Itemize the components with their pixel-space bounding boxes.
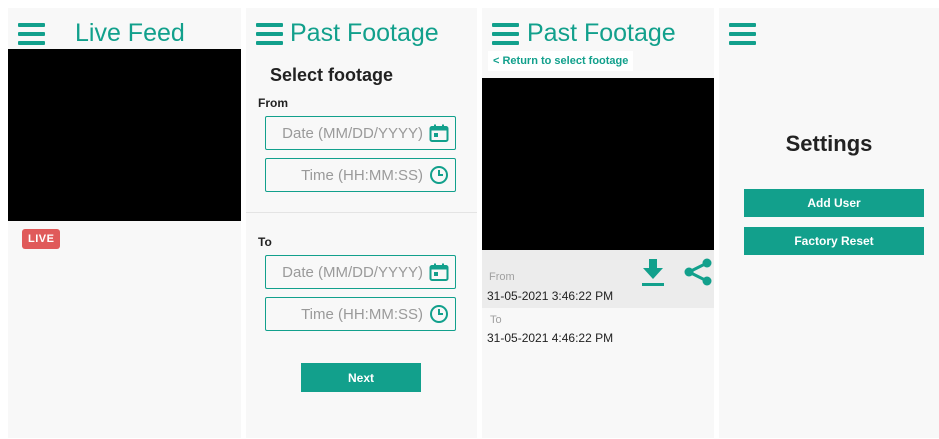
to-date-field[interactable]: Date (MM/DD/YYYY) [265, 255, 456, 289]
live-badge: LIVE [22, 229, 61, 249]
next-button[interactable]: Next [301, 363, 421, 392]
from-label: From [258, 96, 288, 110]
to-time-field[interactable]: Time (HH:MM:SS) [265, 297, 456, 331]
settings-title: Settings [785, 131, 873, 156]
to-date-placeholder: Date (MM/DD/YYYY) [282, 263, 423, 281]
hamburger-menu-icon[interactable] [492, 23, 519, 45]
factory-reset-button[interactable]: Factory Reset [744, 227, 924, 255]
add-user-button[interactable]: Add User [744, 189, 924, 217]
footage-video-player[interactable] [482, 78, 714, 250]
hamburger-menu-icon[interactable] [18, 23, 45, 45]
share-icon[interactable] [683, 258, 713, 286]
select-footage-heading: Select footage [270, 65, 394, 85]
calendar-icon[interactable] [429, 124, 449, 142]
from-date-field[interactable]: Date (MM/DD/YYYY) [265, 116, 456, 150]
past-footage-view-screen: Past Footage < Return to select footage … [482, 8, 714, 438]
live-feed-screen: Live Feed LIVE [8, 8, 241, 438]
to-label: To [490, 314, 502, 326]
hamburger-menu-icon[interactable] [256, 23, 283, 45]
to-value: 31-05-2021 4:46:22 PM [487, 331, 614, 345]
to-time-placeholder: Time (HH:MM:SS) [301, 305, 423, 323]
settings-screen: Settings Add User Factory Reset [719, 8, 939, 438]
clock-icon[interactable] [429, 165, 449, 185]
past-footage-title: Past Footage [290, 19, 439, 47]
live-feed-title: Live Feed [75, 19, 185, 47]
from-label: From [489, 271, 515, 283]
section-divider [246, 212, 477, 213]
return-to-select-link[interactable]: < Return to select footage [488, 51, 634, 71]
to-label: To [258, 235, 272, 249]
calendar-icon[interactable] [429, 263, 449, 281]
download-icon[interactable] [641, 258, 665, 287]
live-video-player[interactable] [8, 49, 241, 221]
from-time-placeholder: Time (HH:MM:SS) [301, 166, 423, 184]
past-footage-select-screen: Past Footage Select footage From Date (M… [246, 8, 477, 438]
from-time-field[interactable]: Time (HH:MM:SS) [265, 158, 456, 192]
clock-icon[interactable] [429, 304, 449, 324]
hamburger-menu-icon[interactable] [729, 23, 756, 45]
past-footage-title: Past Footage [527, 19, 676, 47]
from-date-placeholder: Date (MM/DD/YYYY) [282, 124, 423, 142]
from-value: 31-05-2021 3:46:22 PM [487, 289, 614, 303]
